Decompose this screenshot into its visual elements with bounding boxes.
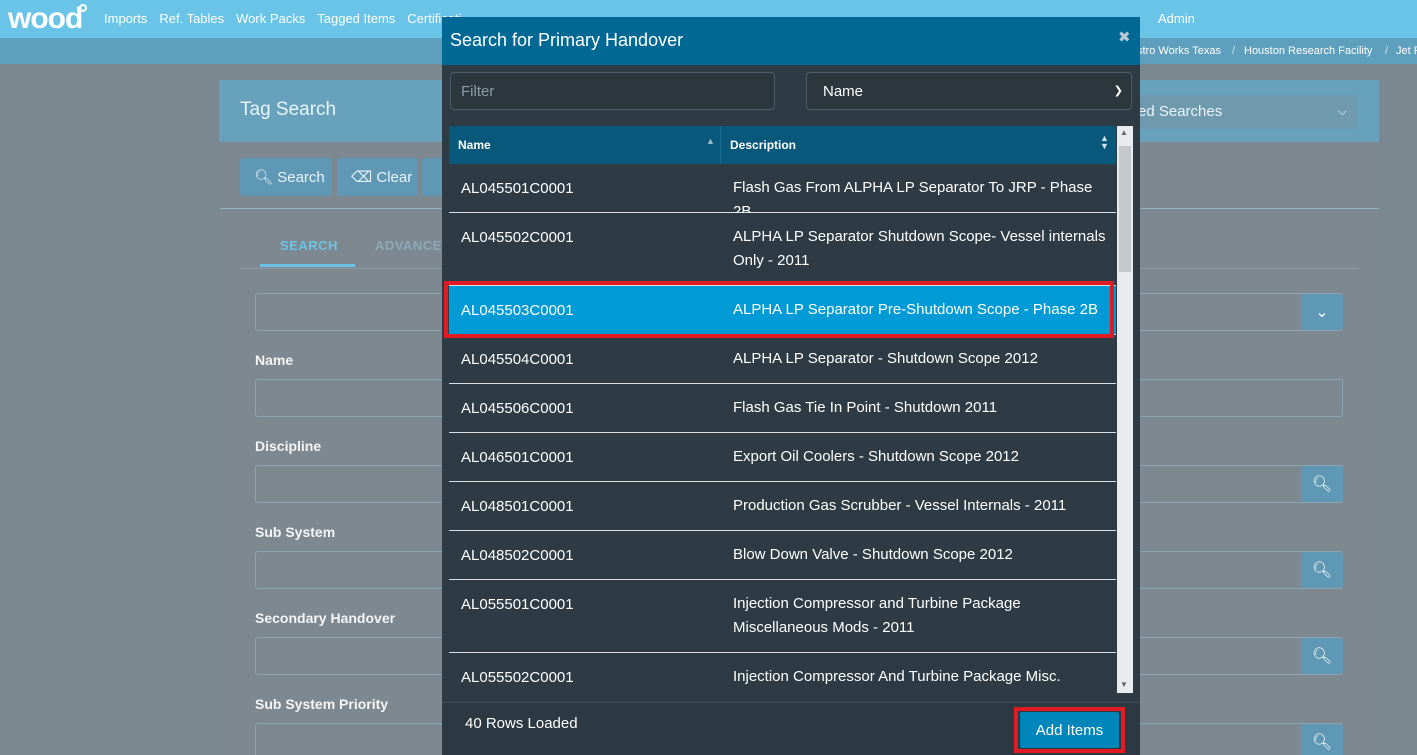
breadcrumb-item[interactable]: Jet F (1396, 45, 1417, 57)
dialog-title: Search for Primary Handover (450, 30, 684, 50)
scroll-up-icon[interactable]: ▲ (1120, 128, 1128, 137)
chevron-down-icon: ⌄ (1315, 304, 1329, 321)
column-divider (720, 126, 721, 164)
search-button[interactable]: 🔍︎ Search (240, 158, 332, 196)
table-row[interactable]: AL048502C0001 Blow Down Valve - Shutdown… (449, 531, 1116, 580)
row-description: Export Oil Coolers - Shutdown Scope 2012 (733, 448, 1019, 465)
row-name: AL045506C0001 (461, 400, 574, 417)
column-select[interactable]: Name ❯ (806, 72, 1132, 110)
search-icon: 🔍︎ (1311, 476, 1333, 493)
page-title: Tag Search (240, 99, 337, 120)
breadcrumb-item[interactable]: stro Works Texas (1137, 45, 1221, 57)
row-name: AL045504C0001 (461, 351, 574, 368)
row-name: AL055501C0001 (461, 596, 574, 613)
nav-tagged-items[interactable]: Tagged Items (317, 11, 395, 26)
row-description: Injection Compressor and Turbine Package… (733, 595, 1021, 636)
secondary-handover-lookup-button[interactable]: 🔍︎ (1301, 638, 1343, 674)
scrollbar-thumb[interactable] (1119, 146, 1131, 272)
tab-advanced[interactable]: ADVANCE (375, 238, 442, 253)
rows-loaded-status: 40 Rows Loaded (465, 715, 578, 732)
search-icon: 🔍︎ (1311, 734, 1333, 751)
search-icon: 🔍︎ (1311, 562, 1333, 579)
row-description: ALPHA LP Separator - Shutdown Scope 2012 (733, 350, 1038, 367)
saved-searches-label: ed Searches (1138, 103, 1223, 120)
table-row[interactable]: AL055502C0001 Injection Compressor And T… (449, 653, 1116, 693)
search-icon: 🔍︎ (254, 169, 274, 186)
row-description: Blow Down Valve - Shutdown Scope 2012 (733, 546, 1013, 563)
nav-admin[interactable]: Admin (1158, 11, 1195, 26)
table-row[interactable]: AL045504C0001 ALPHA LP Separator - Shutd… (449, 335, 1116, 384)
nav-imports[interactable]: Imports (104, 11, 147, 26)
row-description: Flash Gas Tie In Point - Shutdown 2011 (733, 399, 998, 416)
search-button-label: Search (277, 169, 325, 186)
wood-logo[interactable]: wood (8, 2, 83, 36)
table-row[interactable]: AL048501C0001 Production Gas Scrubber - … (449, 482, 1116, 531)
row-name: AL045503C0001 (461, 302, 574, 319)
row-name: AL055502C0001 (461, 669, 574, 686)
column-header-name[interactable]: Name (458, 138, 491, 152)
add-items-button[interactable]: Add Items (1020, 712, 1119, 748)
row-description: Injection Compressor And Turbine Package… (733, 668, 1061, 685)
name-label: Name (255, 352, 294, 368)
filter-input[interactable] (450, 72, 775, 110)
row-description: Production Gas Scrubber - Vessel Interna… (733, 497, 1067, 514)
scroll-down-icon[interactable]: ▼ (1120, 680, 1128, 689)
saved-searches-select[interactable]: ed Searches ⌵ (1110, 95, 1357, 129)
table-row-selected[interactable]: AL045503C0001 ALPHA LP Separator Pre-Shu… (449, 286, 1116, 335)
row-name: AL048501C0001 (461, 498, 574, 515)
sub-system-priority-label: Sub System Priority (255, 696, 389, 712)
search-icon: 🔍︎ (1311, 648, 1333, 665)
nav-work-packs[interactable]: Work Packs (236, 11, 305, 26)
column-select-value: Name (823, 83, 864, 100)
breadcrumb-item[interactable]: Houston Research Facility (1244, 45, 1372, 57)
table-row[interactable]: AL045501C0001 Flash Gas From ALPHA LP Se… (449, 164, 1116, 220)
close-icon[interactable]: ✖ (1118, 28, 1131, 46)
logo-dot-icon (79, 4, 87, 12)
sub-system-priority-lookup-button[interactable]: 🔍︎ (1301, 724, 1343, 755)
clear-button-label: Clear (376, 169, 413, 186)
secondary-handover-label: Secondary Handover (255, 610, 396, 626)
clear-button[interactable]: ⌫ Clear (337, 158, 418, 196)
toolbar-button[interactable] (422, 158, 444, 196)
table-row[interactable]: AL045506C0001 Flash Gas Tie In Point - S… (449, 384, 1116, 433)
active-tab-indicator (260, 264, 355, 267)
table-row[interactable]: AL046501C0001 Export Oil Coolers - Shutd… (449, 433, 1116, 482)
row-name: AL046501C0001 (461, 449, 574, 466)
row-name: AL048502C0001 (461, 547, 574, 564)
row-description: ALPHA LP Separator Shutdown Scope- Vesse… (733, 228, 1106, 269)
row-description: ALPHA LP Separator Pre-Shutdown Scope - … (733, 301, 1098, 318)
chevron-down-icon: ⌵ (1337, 104, 1347, 118)
chevron-down-icon: ❯ (1113, 85, 1123, 97)
main-nav: Imports Ref. Tables Work Packs Tagged It… (104, 11, 1195, 26)
row-name: AL045502C0001 (461, 229, 574, 246)
table-row[interactable]: AL055501C0001 Injection Compressor and T… (449, 580, 1116, 653)
dropdown-button[interactable]: ⌄ (1301, 294, 1343, 330)
breadcrumb-separator: / (1385, 45, 1389, 57)
sort-icon[interactable]: ▲ ▼ (1100, 134, 1109, 151)
nav-ref-tables[interactable]: Ref. Tables (159, 11, 224, 26)
sub-system-lookup-button[interactable]: 🔍︎ (1301, 552, 1343, 588)
sub-system-label: Sub System (255, 524, 336, 540)
row-name: AL045501C0001 (461, 180, 574, 197)
discipline-label: Discipline (255, 438, 322, 454)
discipline-lookup-button[interactable]: 🔍︎ (1301, 466, 1343, 502)
column-header-description[interactable]: Description (730, 138, 796, 152)
table-row[interactable]: AL045502C0001 ALPHA LP Separator Shutdow… (449, 213, 1116, 286)
breadcrumb-separator: / (1232, 45, 1236, 57)
sort-ascending-icon[interactable]: ▲ (706, 136, 715, 146)
eraser-icon: ⌫ (351, 169, 373, 186)
tab-search[interactable]: SEARCH (280, 238, 338, 253)
